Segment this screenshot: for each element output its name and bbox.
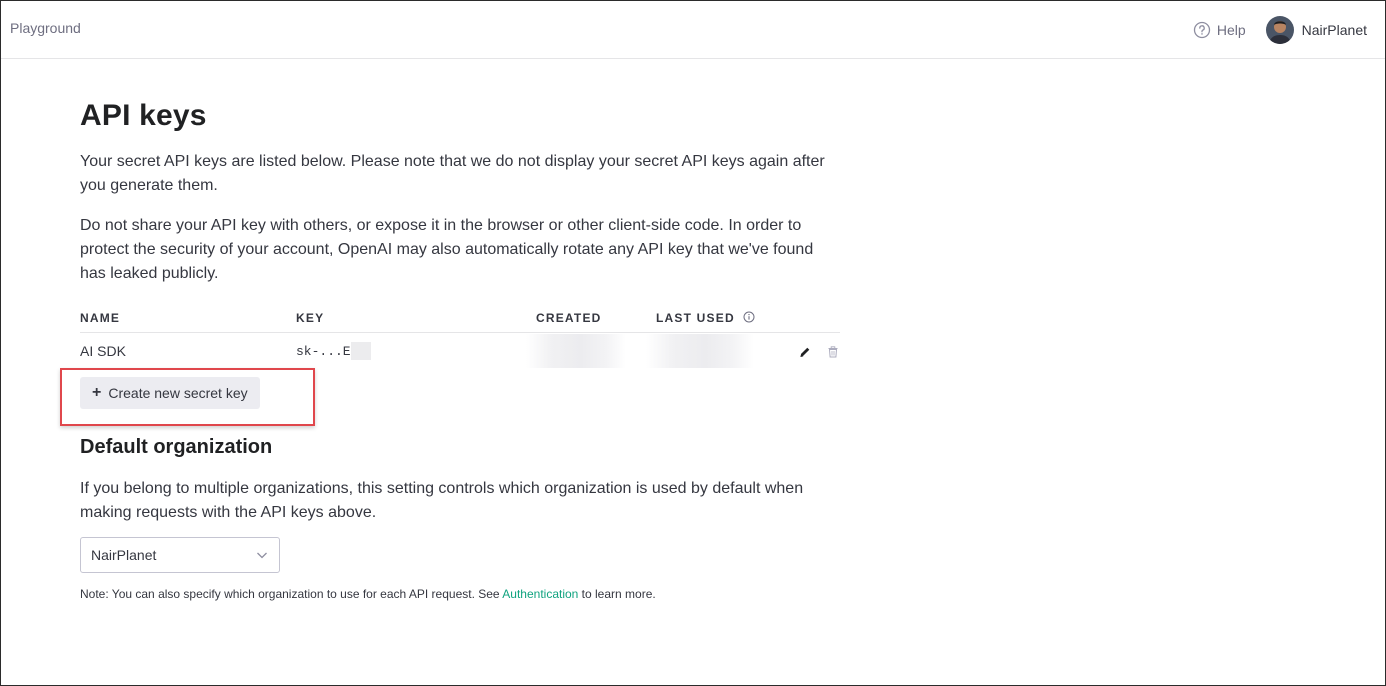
playground-link[interactable]: Playground: [10, 20, 81, 36]
organization-select-value: NairPlanet: [91, 547, 157, 563]
note-suffix: to learn more.: [578, 587, 656, 601]
app-window: Playground Help NairPlanet API keys Your…: [0, 0, 1386, 686]
last-used-label: LAST USED: [656, 310, 735, 325]
trash-icon[interactable]: [826, 345, 840, 359]
row-actions-cell: [780, 332, 840, 370]
user-name: NairPlanet: [1301, 22, 1367, 38]
plus-icon: +: [92, 384, 102, 401]
help-button[interactable]: Help: [1193, 21, 1246, 39]
create-key-area: + Create new secret key: [60, 368, 840, 434]
created-cell: [526, 332, 656, 370]
key-name-cell: AI SDK: [80, 343, 126, 360]
authentication-link[interactable]: Authentication: [502, 587, 578, 601]
key-value-cell: sk-...E: [296, 332, 536, 370]
column-header-name: NAME: [80, 304, 296, 333]
organization-select[interactable]: NairPlanet: [80, 537, 280, 573]
default-organization-title: Default organization: [80, 436, 273, 458]
avatar: [1265, 16, 1294, 44]
top-bar: Playground Help NairPlanet: [1, 1, 1385, 59]
create-new-secret-key-button[interactable]: + Create new secret key: [80, 377, 260, 409]
last-used-cell: [646, 332, 780, 370]
default-organization-description: If you belong to multiple organizations,…: [80, 480, 804, 521]
pencil-icon[interactable]: [798, 345, 812, 359]
api-keys-table: NAME KEY CREATED LAST USED AI SDK sk-...…: [80, 304, 840, 370]
column-header-actions: [780, 304, 840, 333]
organization-note: Note: You can also specify which organiz…: [80, 587, 840, 601]
question-circle-icon: [1193, 21, 1211, 39]
create-button-label: Create new secret key: [108, 385, 248, 401]
key-redacted-blur: [350, 342, 371, 361]
note-prefix: Note: You can also specify which organiz…: [80, 587, 503, 601]
column-header-key: KEY: [296, 304, 536, 333]
user-menu[interactable]: NairPlanet: [1265, 16, 1367, 44]
chevron-down-icon: [255, 548, 269, 562]
page-title: API keys: [80, 99, 207, 132]
last-used-redacted-blur: [646, 334, 754, 369]
column-header-last-used: LAST USED: [656, 304, 780, 333]
help-label: Help: [1216, 22, 1246, 38]
column-header-created: CREATED: [536, 304, 656, 333]
table-row: AI SDK sk-...E: [80, 332, 840, 370]
api-keys-description-2: Do not share your API key with others, o…: [80, 217, 814, 282]
top-right-controls: Help NairPlanet: [1193, 15, 1367, 45]
key-value: sk-...E: [296, 344, 351, 360]
info-icon[interactable]: [743, 311, 755, 323]
created-redacted-blur: [526, 334, 626, 369]
api-keys-description-1: Your secret API keys are listed below. P…: [80, 153, 825, 194]
table-header-row: NAME KEY CREATED LAST USED: [80, 304, 840, 333]
main-content: API keys Your secret API keys are listed…: [60, 99, 840, 601]
